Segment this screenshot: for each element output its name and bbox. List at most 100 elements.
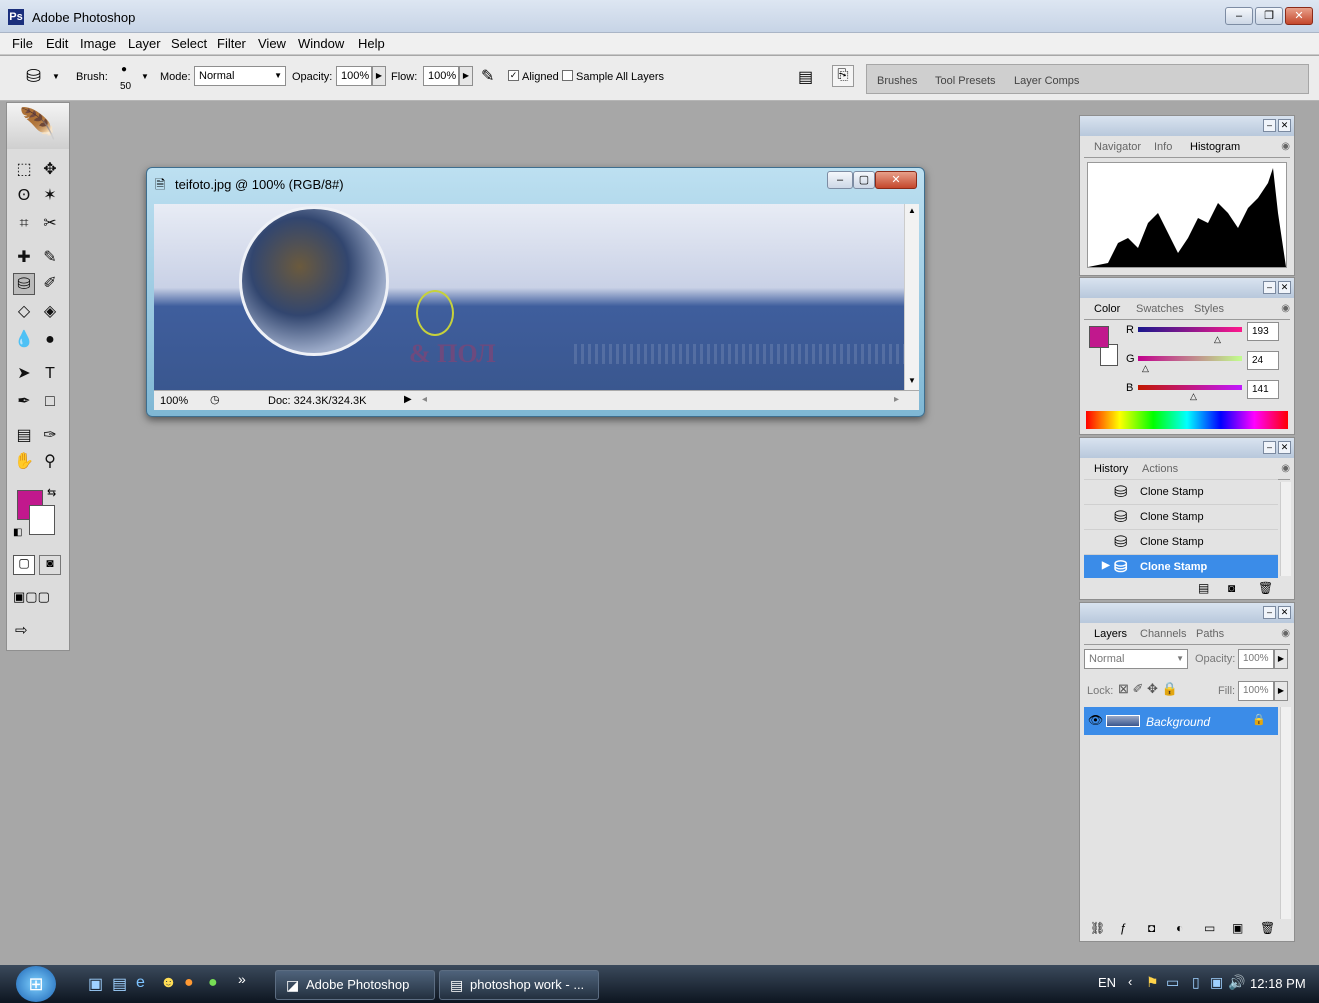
brush-dot-icon[interactable]: ● [121, 64, 127, 75]
close-button[interactable]: ✕ [1285, 7, 1313, 25]
history-brush-tool-icon[interactable]: ✐ [39, 273, 61, 295]
tab-layers[interactable]: Layers [1094, 628, 1127, 640]
blend-mode-select[interactable]: Normal ▼ [1084, 649, 1188, 669]
history-scrollbar[interactable] [1280, 482, 1291, 576]
clock[interactable]: 12:18 PM [1250, 976, 1306, 991]
layers-scrollbar[interactable] [1280, 707, 1291, 919]
opacity-field[interactable]: 100% [336, 66, 372, 86]
doc-close-button[interactable]: ✕ [875, 171, 917, 189]
tab-swatches[interactable]: Swatches [1136, 303, 1184, 315]
type-tool-icon[interactable]: T [39, 363, 61, 385]
delete-layer-icon[interactable]: 🗑 [1260, 921, 1275, 935]
start-button[interactable]: ⊞ [16, 966, 56, 1002]
new-document-from-state-icon[interactable]: ▤ [1198, 581, 1209, 595]
panel-close-button[interactable]: ✕ [1278, 281, 1291, 294]
clone-source-icon[interactable]: ▤ [798, 67, 813, 87]
foreground-color-chip[interactable] [1089, 326, 1109, 348]
path-selection-tool-icon[interactable]: ➤ [13, 363, 35, 385]
clone-stamp-tool-preset-icon[interactable]: ⛁ [26, 66, 41, 87]
pen-tool-icon[interactable]: ✒ [13, 391, 35, 413]
adjustment-layer-icon[interactable]: ◐ [1176, 921, 1183, 935]
paint-bucket-tool-icon[interactable]: ◈ [39, 301, 61, 323]
scroll-right-icon[interactable]: ▸ [894, 394, 899, 405]
crop-tool-icon[interactable]: ⌗ [13, 213, 35, 235]
r-field[interactable]: 193 [1247, 322, 1279, 341]
zoom-level[interactable]: 100% [160, 395, 188, 407]
menu-image[interactable]: Image [80, 36, 116, 51]
tab-layer-comps[interactable]: Layer Comps [1014, 75, 1079, 87]
status-arrow-icon[interactable]: ▶ [404, 394, 412, 405]
tray-expand-icon[interactable]: ‹ [1128, 974, 1132, 989]
slice-tool-icon[interactable]: ✂ [39, 213, 61, 235]
tab-info[interactable]: Info [1154, 141, 1172, 153]
status-menu-icon[interactable]: ◷ [210, 393, 220, 406]
zoom-tool-icon[interactable]: ⚲ [39, 451, 61, 473]
panel-close-button[interactable]: ✕ [1278, 119, 1291, 132]
minimize-button[interactable]: – [1225, 7, 1253, 25]
menu-help[interactable]: Help [358, 36, 385, 51]
eye-icon[interactable]: 👁 [1088, 713, 1103, 727]
b-slider[interactable] [1138, 385, 1242, 390]
tab-actions[interactable]: Actions [1142, 463, 1178, 475]
scroll-up-icon[interactable]: ▲ [908, 206, 916, 215]
doc-minimize-button[interactable]: – [827, 171, 853, 189]
go-to-bridge-icon[interactable]: ⎘ [832, 65, 854, 87]
tab-styles[interactable]: Styles [1194, 303, 1224, 315]
volume-icon[interactable]: 🔊 [1228, 974, 1245, 991]
background-color-swatch[interactable] [29, 505, 55, 535]
new-layer-icon[interactable]: ▣ [1232, 921, 1243, 935]
tab-navigator[interactable]: Navigator [1094, 141, 1141, 153]
tab-history[interactable]: History [1094, 463, 1128, 475]
mode-select[interactable]: Normal ▼ [194, 66, 286, 86]
jump-to-imageready-icon[interactable]: ⇨ [15, 621, 28, 639]
lock-options-icons[interactable]: ⊠ ✐ ✥ 🔒 [1118, 681, 1178, 697]
history-item[interactable]: ⛁ Clone Stamp [1084, 529, 1278, 553]
sample-all-layers-checkbox[interactable] [562, 70, 573, 81]
language-indicator[interactable]: EN [1098, 975, 1116, 990]
g-slider[interactable] [1138, 356, 1242, 361]
brush-dropdown-icon[interactable]: ▼ [141, 72, 149, 81]
link-layers-icon[interactable]: ⛓ [1090, 921, 1105, 935]
lasso-tool-icon[interactable]: ʘ [13, 185, 35, 207]
panel-menu-icon[interactable]: ◉ [1281, 463, 1290, 474]
panel-close-button[interactable]: ✕ [1278, 441, 1291, 454]
tab-tool-presets[interactable]: Tool Presets [935, 75, 996, 87]
marquee-tool-icon[interactable]: ⬚ [13, 159, 35, 181]
aligned-checkbox[interactable]: ✓ [508, 70, 519, 81]
b-field[interactable]: 141 [1247, 380, 1279, 399]
move-tool-icon[interactable]: ✥ [39, 159, 61, 181]
hand-tool-icon[interactable]: ✋ [13, 451, 35, 473]
tab-color[interactable]: Color [1094, 303, 1120, 315]
screen-mode-icons[interactable]: ▣▢▢ [13, 589, 50, 605]
show-desktop-icon[interactable]: ▣ [88, 974, 103, 994]
default-colors-icon[interactable]: ◧ [13, 527, 22, 538]
panel-minimize-button[interactable]: – [1263, 606, 1276, 619]
tool-preset-dropdown-icon[interactable]: ▼ [52, 72, 60, 81]
tray-app-icon[interactable]: ⚑ [1146, 974, 1159, 991]
flow-field[interactable]: 100% [423, 66, 459, 86]
rectangle-tool-icon[interactable]: □ [39, 391, 61, 413]
flow-slider-button[interactable]: ▶ [459, 66, 473, 86]
new-group-icon[interactable]: ▭ [1204, 921, 1215, 935]
network-icon[interactable]: ▯ [1192, 974, 1200, 991]
menu-edit[interactable]: Edit [46, 36, 68, 51]
snapshot-icon[interactable]: ◙ [1228, 581, 1235, 595]
panel-minimize-button[interactable]: – [1263, 281, 1276, 294]
menu-layer[interactable]: Layer [128, 36, 161, 51]
scroll-left-icon[interactable]: ◂ [422, 394, 427, 405]
blur-tool-icon[interactable]: 💧 [13, 329, 35, 351]
layer-row[interactable]: 👁 Background 🔒 [1084, 707, 1278, 735]
tab-brushes[interactable]: Brushes [877, 75, 917, 87]
g-field[interactable]: 24 [1247, 351, 1279, 370]
quick-launch-overflow-icon[interactable]: » [238, 971, 246, 987]
r-slider-handle-icon[interactable]: △ [1214, 334, 1221, 345]
eyedropper-tool-icon[interactable]: ✑ [39, 425, 61, 447]
vertical-scrollbar[interactable]: ▲ ▼ [904, 204, 919, 390]
safely-remove-icon[interactable]: ▣ [1210, 974, 1223, 991]
feather-logo-icon[interactable]: 🪶 [7, 103, 69, 149]
fill-field[interactable]: 100% [1238, 681, 1274, 701]
menu-window[interactable]: Window [298, 36, 344, 51]
swap-colors-icon[interactable]: ⇆ [47, 486, 56, 499]
opacity-slider-button[interactable]: ▶ [372, 66, 386, 86]
doc-maximize-button[interactable]: ▢ [853, 171, 875, 189]
